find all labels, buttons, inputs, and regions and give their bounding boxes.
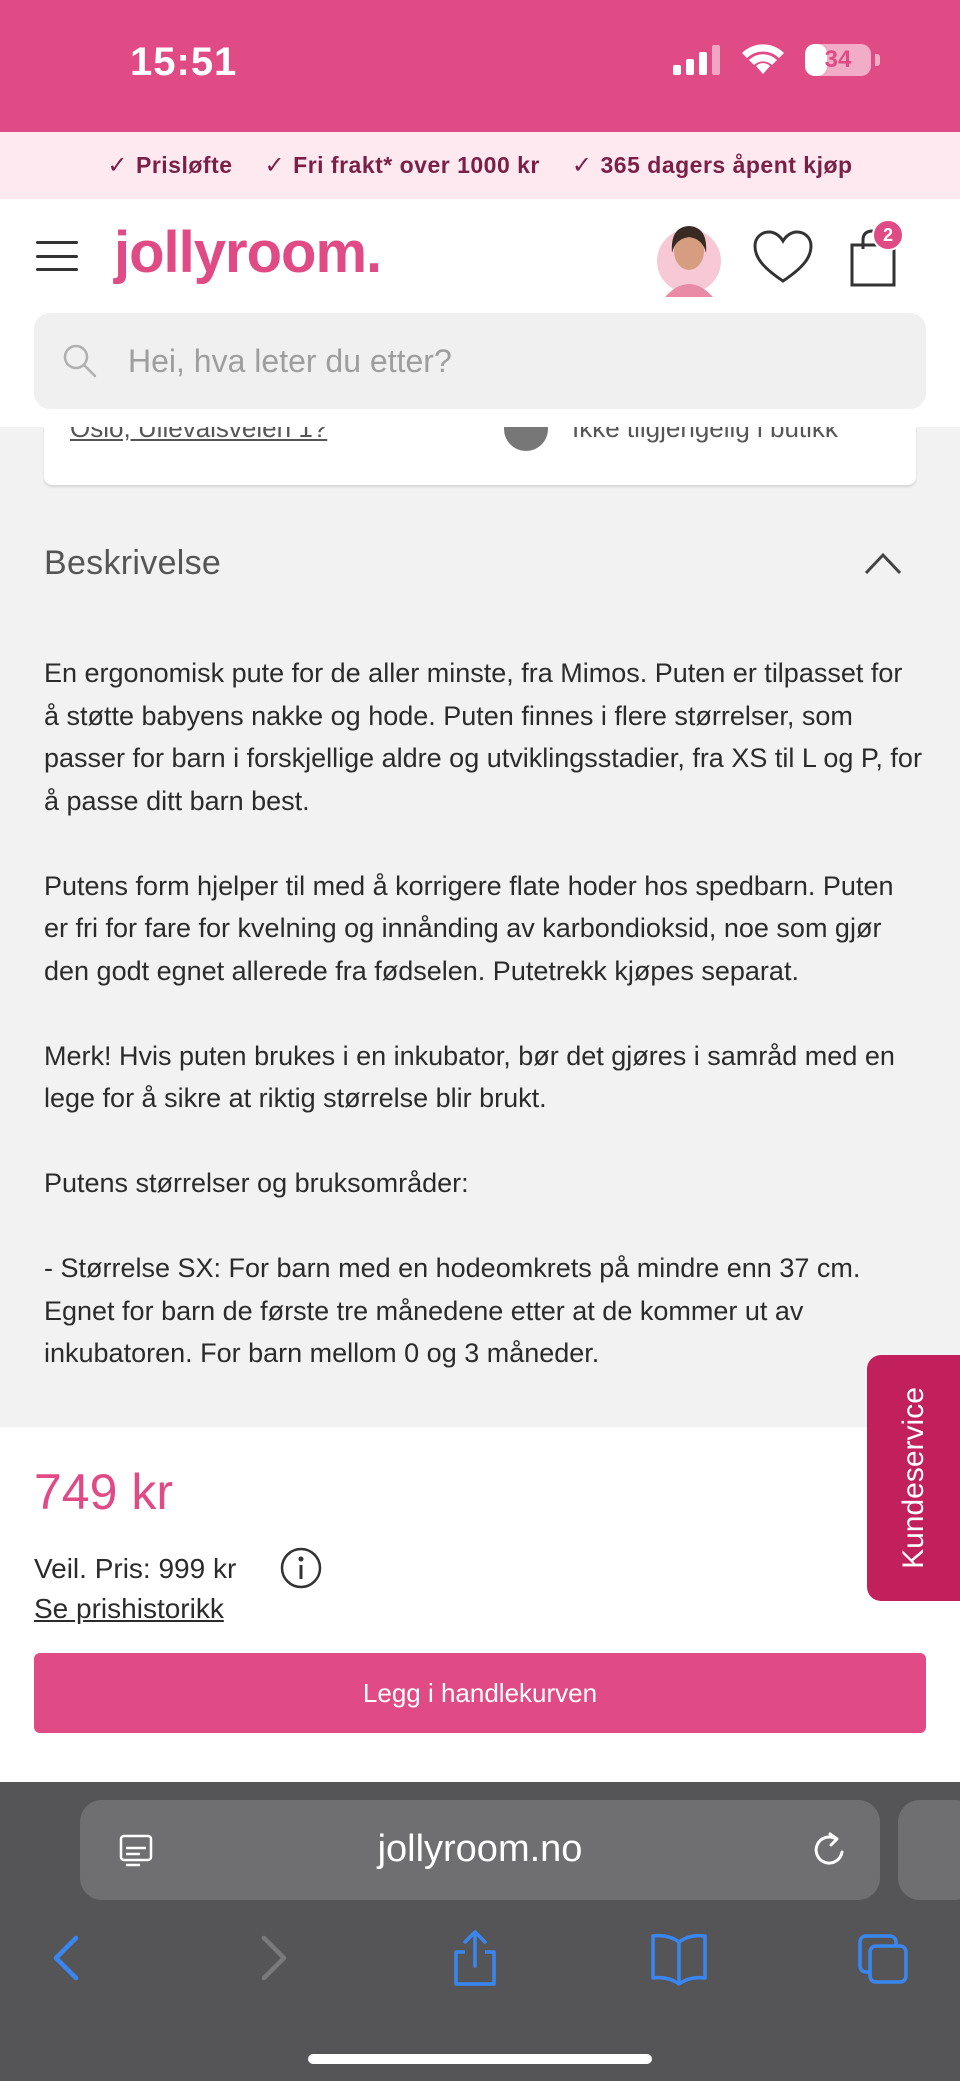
menu-icon[interactable] <box>36 241 78 271</box>
browser-toolbar: jollyroom.no <box>0 1782 960 2081</box>
share-icon[interactable] <box>448 1928 502 1988</box>
battery-cap <box>875 54 880 66</box>
price-panel: 749 kr Veil. Pris: 999 kr Se prishistori… <box>0 1427 960 1782</box>
wifi-icon <box>742 44 784 74</box>
check-icon: ✓ <box>571 152 593 179</box>
wishlist-heart-icon[interactable] <box>752 229 814 285</box>
usp-bar: ✓ Prisløfte ✓ Fri frakt* over 1000 kr ✓ 365… <box>0 132 960 199</box>
browser-nav-row <box>0 1928 960 1998</box>
description-accordion-header[interactable]: Beskrivelse <box>44 535 916 591</box>
add-to-cart-button[interactable]: Legg i handlekurven <box>34 1653 926 1733</box>
status-icons: 34 <box>673 44 880 76</box>
usp-item: ✓ 365 dagers åpent kjøp <box>572 151 853 180</box>
current-price: 749 kr <box>34 1464 173 1520</box>
unavailable-icon <box>504 427 548 451</box>
description-body: En ergonomisk pute for de aller minste, … <box>44 652 924 1417</box>
search-bar[interactable] <box>34 313 926 409</box>
reload-icon[interactable] <box>810 1830 850 1870</box>
search-icon <box>63 344 97 378</box>
cellular-signal-icon <box>673 45 720 75</box>
store-status: Ikke tilgjengelig i butikk <box>572 427 838 443</box>
usp-label: Fri frakt* over 1000 kr <box>293 152 540 178</box>
check-icon: ✓ <box>107 152 128 179</box>
bookmarks-icon[interactable] <box>650 1928 708 1988</box>
description-paragraph: Merk! Hvis puten brukes i en inkubator, … <box>44 1040 895 1114</box>
store-availability-card: Oslo, Ullevålsveien 1? Ikke tilgjengelig… <box>44 427 916 485</box>
avatar[interactable] <box>655 217 723 297</box>
url-bar[interactable]: jollyroom.no <box>80 1800 880 1900</box>
home-indicator[interactable] <box>308 2054 652 2064</box>
search-input[interactable] <box>128 342 888 380</box>
chevron-up-icon[interactable] <box>864 551 902 575</box>
description-paragraph: Putens form hjelper til med å korrigere … <box>44 870 894 986</box>
customer-service-label: Kundeservice <box>896 1387 930 1569</box>
jollyroom-logo[interactable]: jollyroom. <box>114 219 382 286</box>
battery-icon: 34 <box>805 44 871 76</box>
description-paragraph: En ergonomisk pute for de aller minste, … <box>44 658 922 816</box>
description-title: Beskrivelse <box>44 543 222 582</box>
next-tab-preview[interactable] <box>898 1800 960 1900</box>
usp-item: ✓ Fri frakt* over 1000 kr <box>265 151 540 180</box>
usp-item: ✓ Prisløfte <box>107 151 232 180</box>
price-history-link[interactable]: Se prishistorikk <box>34 1593 224 1625</box>
description-paragraph: - Størrelse SX: For barn med en hodeomkr… <box>44 1253 861 1368</box>
recommended-price: Veil. Pris: 999 kr <box>34 1553 237 1584</box>
url-text: jollyroom.no <box>377 1828 583 1870</box>
store-link[interactable]: Oslo, Ullevålsveien 1? <box>70 427 327 444</box>
status-time: 15:51 <box>130 40 238 84</box>
tabs-icon[interactable] <box>856 1928 910 1988</box>
forward-icon[interactable] <box>246 1928 300 1988</box>
usp-label: 365 dagers åpent kjøp <box>600 152 853 178</box>
site-header: jollyroom. 2 <box>0 199 960 427</box>
check-icon: ✓ <box>264 152 286 179</box>
cart-count-badge: 2 <box>872 219 904 251</box>
usp-label: Prisløfte <box>136 152 233 178</box>
status-bar: 15:51 34 <box>0 0 960 132</box>
customer-service-tab[interactable]: Kundeservice <box>867 1355 960 1601</box>
description-paragraph: Putens størrelser og bruksområder: <box>44 1168 469 1198</box>
battery-level: 34 <box>824 46 852 73</box>
back-icon[interactable] <box>40 1928 94 1988</box>
info-icon[interactable] <box>280 1547 322 1589</box>
